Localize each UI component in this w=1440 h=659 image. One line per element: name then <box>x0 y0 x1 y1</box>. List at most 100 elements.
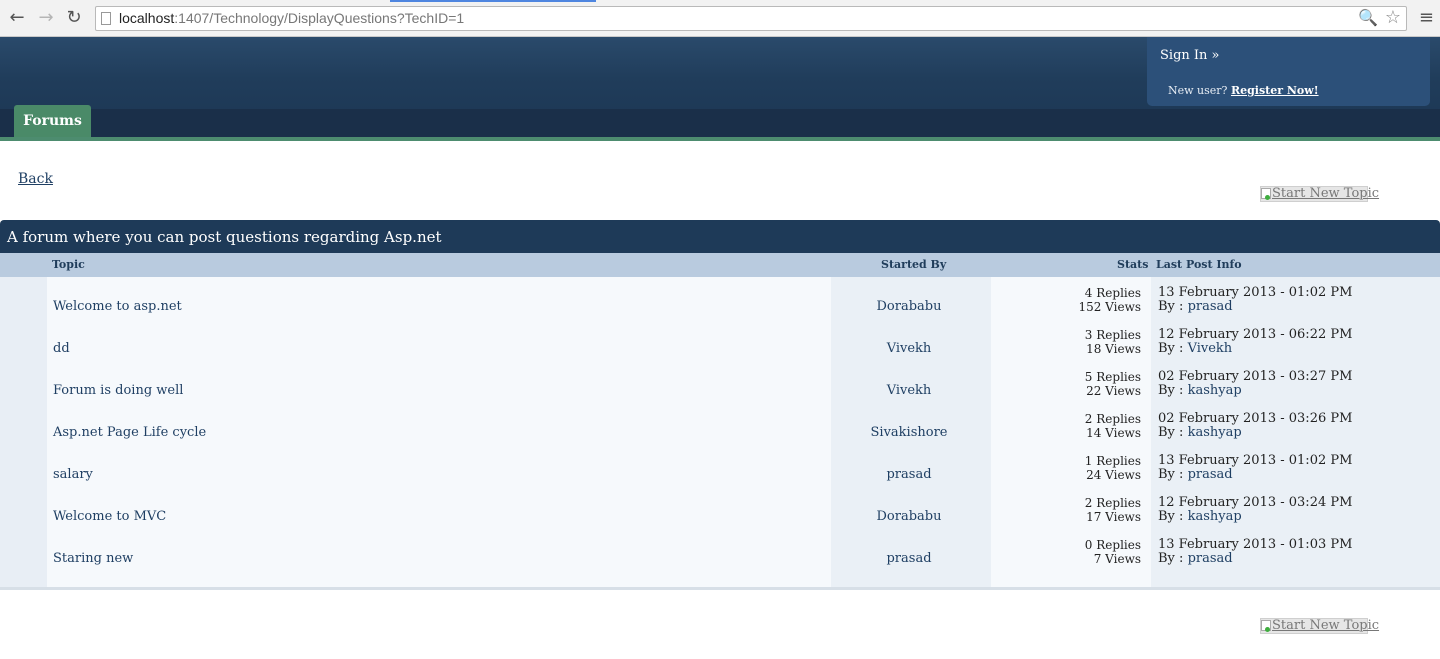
url-path: :1407/Technology/DisplayQuestions?TechID… <box>174 10 465 26</box>
topic-link[interactable]: Welcome to asp.net <box>53 299 182 314</box>
table-bottom-rule <box>0 587 1440 590</box>
back-link[interactable]: Back <box>18 171 53 187</box>
topic-stats: 2 Replies 14 Views <box>991 412 1141 440</box>
views-count: 24 Views <box>1086 468 1141 482</box>
table-row: dd Vivekh 3 Replies 18 Views 12 February … <box>0 319 1440 361</box>
header-started-by: Started By <box>881 258 947 271</box>
topic-link[interactable]: salary <box>53 467 93 482</box>
replies-count: 1 Replies <box>1084 454 1141 468</box>
forum-title-bar: A forum where you can post questions reg… <box>0 220 1440 253</box>
last-post-date: 13 February 2013 - 01:02 PM <box>1158 453 1353 468</box>
forward-arrow-icon[interactable]: → <box>36 8 56 28</box>
last-post-user-link[interactable]: kashyap <box>1188 425 1242 440</box>
started-by-link[interactable]: Dorababu <box>831 299 987 314</box>
new-user-label: New user? <box>1168 84 1228 97</box>
nav-strip <box>0 109 1440 137</box>
topic-link[interactable]: Welcome to MVC <box>53 509 166 524</box>
last-post-date: 02 February 2013 - 03:26 PM <box>1158 411 1353 426</box>
register-link[interactable]: Register Now! <box>1231 84 1319 97</box>
table-row: salary prasad 1 Replies 24 Views 13 Febru… <box>0 445 1440 487</box>
start-new-topic-button[interactable]: Start New Topic <box>1260 618 1379 634</box>
last-post-date: 13 February 2013 - 01:03 PM <box>1158 537 1353 552</box>
started-by-link[interactable]: Sivakishore <box>831 425 987 440</box>
views-count: 14 Views <box>1086 426 1141 440</box>
topic-stats: 4 Replies 152 Views <box>991 286 1141 314</box>
last-post-info: 13 February 2013 - 01:03 PM By : prasad <box>1158 538 1352 566</box>
replies-count: 4 Replies <box>1084 286 1141 300</box>
search-icon[interactable]: 🔍 <box>1358 8 1378 27</box>
table-row: Forum is doing well Vivekh 5 Replies 22 V… <box>0 361 1440 403</box>
nav-divider <box>0 137 1440 141</box>
site-header: Forums Sign In » New user? Register Now! <box>0 37 1440 141</box>
by-label: By : <box>1158 383 1184 398</box>
by-label: By : <box>1158 299 1184 314</box>
started-by-link[interactable]: prasad <box>831 467 987 482</box>
last-post-user-link[interactable]: prasad <box>1188 467 1233 482</box>
last-post-user-link[interactable]: Vivekh <box>1188 341 1233 356</box>
topic-link[interactable]: dd <box>53 341 70 356</box>
by-label: By : <box>1158 467 1184 482</box>
start-new-topic-button[interactable]: Start New Topic <box>1260 186 1379 202</box>
views-count: 18 Views <box>1086 342 1141 356</box>
forum-title: A forum where you can post questions reg… <box>7 228 442 246</box>
last-post-date: 13 February 2013 - 01:02 PM <box>1158 285 1353 300</box>
topic-link[interactable]: Asp.net Page Life cycle <box>53 425 206 440</box>
back-arrow-icon[interactable]: ← <box>7 8 27 28</box>
bookmark-star-icon[interactable]: ☆ <box>1385 7 1401 28</box>
new-topic-icon <box>1261 620 1271 632</box>
browser-toolbar: ← → ↻ localhost:1407/Technology/DisplayQ… <box>0 0 1440 37</box>
topic-stats: 5 Replies 22 Views <box>991 370 1141 398</box>
url-host: localhost <box>119 10 175 26</box>
tab-forums[interactable]: Forums <box>14 105 91 137</box>
browser-menu-icon[interactable]: ≡ <box>1419 8 1434 28</box>
replies-count: 5 Replies <box>1084 370 1141 384</box>
last-post-info: 02 February 2013 - 03:26 PM By : kashyap <box>1158 412 1352 440</box>
topic-table: Welcome to asp.net Dorababu 4 Replies 152… <box>0 277 1440 587</box>
replies-count: 2 Replies <box>1084 496 1141 510</box>
last-post-user-link[interactable]: prasad <box>1188 551 1233 566</box>
last-post-user-link[interactable]: prasad <box>1188 299 1233 314</box>
last-post-info: 13 February 2013 - 01:02 PM By : prasad <box>1158 286 1352 314</box>
replies-count: 2 Replies <box>1084 412 1141 426</box>
views-count: 7 Views <box>1093 552 1141 566</box>
new-topic-icon <box>1261 188 1271 200</box>
started-by-link[interactable]: Vivekh <box>831 341 987 356</box>
last-post-user-link[interactable]: kashyap <box>1188 383 1242 398</box>
last-post-info: 12 February 2013 - 06:22 PM By : Vivekh <box>1158 328 1352 356</box>
reload-icon[interactable]: ↻ <box>64 8 84 28</box>
address-bar[interactable]: localhost:1407/Technology/DisplayQuestio… <box>95 6 1407 31</box>
last-post-info: 02 February 2013 - 03:27 PM By : kashyap <box>1158 370 1352 398</box>
last-post-date: 02 February 2013 - 03:27 PM <box>1158 369 1353 384</box>
views-count: 17 Views <box>1086 510 1141 524</box>
last-post-info: 12 February 2013 - 03:24 PM By : kashyap <box>1158 496 1352 524</box>
sign-in-link[interactable]: Sign In » <box>1160 48 1219 63</box>
page-icon <box>101 12 111 25</box>
started-by-link[interactable]: Dorababu <box>831 509 987 524</box>
new-user-prompt: New user? Register Now! <box>1168 84 1319 97</box>
by-label: By : <box>1158 341 1184 356</box>
loading-bar <box>390 0 596 2</box>
signin-panel: Sign In » New user? Register Now! <box>1147 37 1430 106</box>
last-post-user-link[interactable]: kashyap <box>1188 509 1242 524</box>
table-row: Staring new prasad 0 Replies 7 Views 13 F… <box>0 529 1440 571</box>
last-post-date: 12 February 2013 - 06:22 PM <box>1158 327 1353 342</box>
started-by-link[interactable]: Vivekh <box>831 383 987 398</box>
replies-count: 0 Replies <box>1084 538 1141 552</box>
by-label: By : <box>1158 425 1184 440</box>
url-text[interactable]: localhost:1407/Technology/DisplayQuestio… <box>119 10 464 26</box>
header-topic: Topic <box>52 258 85 271</box>
topic-stats: 3 Replies 18 Views <box>991 328 1141 356</box>
started-by-link[interactable]: prasad <box>831 551 987 566</box>
by-label: By : <box>1158 551 1184 566</box>
last-post-date: 12 February 2013 - 03:24 PM <box>1158 495 1353 510</box>
topic-stats: 2 Replies 17 Views <box>991 496 1141 524</box>
table-row: Welcome to MVC Dorababu 2 Replies 17 View… <box>0 487 1440 529</box>
header-last-post-info: Last Post Info <box>1156 258 1242 271</box>
topic-link[interactable]: Forum is doing well <box>53 383 183 398</box>
table-row: Welcome to asp.net Dorababu 4 Replies 152… <box>0 277 1440 319</box>
table-row: Asp.net Page Life cycle Sivakishore 2 Re… <box>0 403 1440 445</box>
replies-count: 3 Replies <box>1084 328 1141 342</box>
last-post-info: 13 February 2013 - 01:02 PM By : prasad <box>1158 454 1352 482</box>
topic-link[interactable]: Staring new <box>53 551 133 566</box>
views-count: 152 Views <box>1078 300 1141 314</box>
